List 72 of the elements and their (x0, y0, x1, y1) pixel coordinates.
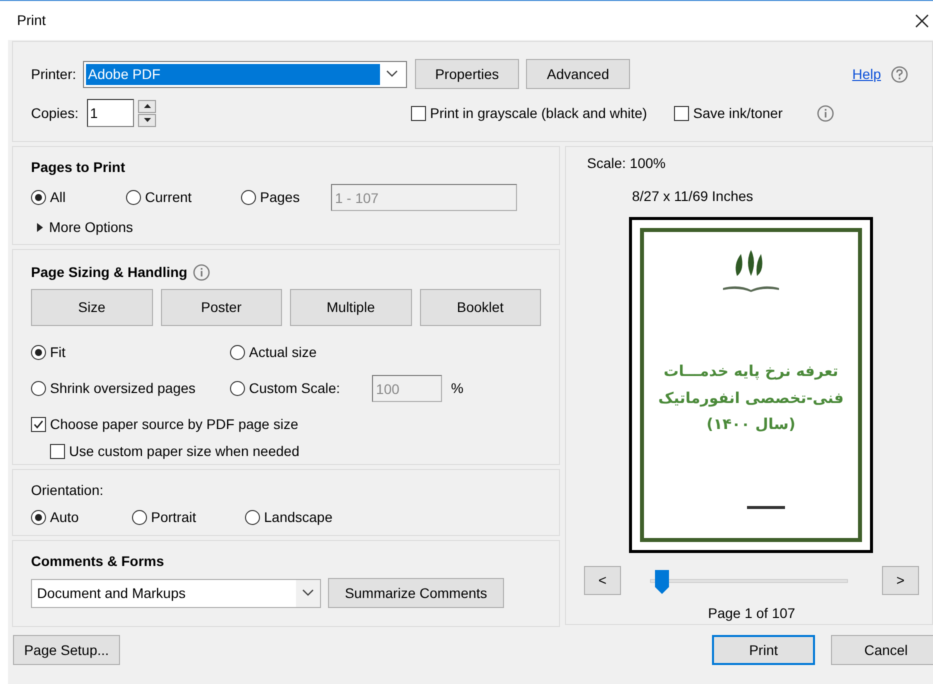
printer-dropdown[interactable]: Adobe PDF (83, 60, 407, 88)
section-title: Pages to Print (31, 158, 126, 177)
more-options-toggle[interactable]: More Options (37, 217, 541, 238)
radio-button[interactable]: Current (126, 187, 241, 208)
checkbox[interactable] (411, 106, 426, 120)
checkbox[interactable] (31, 417, 46, 432)
document-title-line: (سال ۱۴۰۰) (706, 414, 796, 435)
document-title-line: تعرفه نرخ پایه خدمـــات (664, 361, 838, 382)
percent-label: % (451, 379, 464, 398)
page-slider[interactable] (650, 570, 848, 592)
next-page-button[interactable]: > (882, 566, 919, 595)
previous-page-button[interactable]: < (584, 566, 621, 595)
button[interactable]: Properties (415, 59, 519, 89)
checkbox[interactable] (50, 444, 65, 459)
dropdown-value: Document and Markups (36, 584, 187, 603)
copies-field[interactable]: 1 (87, 99, 134, 127)
radio-label: Current (145, 188, 192, 207)
page-number-label: Page 1 of 107 (708, 604, 796, 623)
section-title: Page Sizing & Handling (31, 263, 188, 282)
document-footer-mark (747, 506, 785, 510)
paper-size-label: 8/27 x 11/69 Inches (632, 187, 754, 206)
triangle-right-icon (37, 223, 43, 232)
radio-button[interactable]: All (31, 187, 126, 208)
button[interactable]: Advanced (526, 59, 630, 89)
section-title: Comments & Forms (31, 552, 166, 571)
window-title: Print (17, 11, 46, 30)
radio-label: All (50, 188, 66, 207)
button[interactable]: Cancel (831, 635, 933, 665)
radio-label: Landscape (264, 508, 333, 527)
button[interactable]: Page Setup... (13, 635, 120, 665)
checkbox-label: Print in grayscale (black and white) (430, 104, 648, 123)
radio-button[interactable]: Pages (241, 187, 331, 208)
radio-label: Custom Scale: (249, 379, 340, 398)
checkbox-label: Choose paper source by PDF page size (50, 415, 298, 434)
document-title-line: فنی-تخصصی انفورماتیک (658, 388, 844, 409)
radio-label: Pages (260, 188, 300, 207)
comments-dropdown[interactable]: Document and Markups (31, 578, 321, 608)
scale-label: Scale: 100% (587, 154, 667, 173)
radio-button[interactable]: Fit (31, 342, 66, 363)
radio-label: Actual size (249, 343, 317, 362)
radio-label: Shrink oversized pages (50, 379, 196, 398)
radio-button[interactable]: Auto (31, 507, 132, 528)
chevron-down-icon (302, 589, 314, 597)
mode-button[interactable]: Booklet (420, 289, 541, 326)
section-title: Orientation: (31, 481, 104, 500)
radio-label: Fit (50, 343, 66, 362)
print-button[interactable]: Print (712, 635, 815, 665)
help-icon[interactable] (891, 66, 908, 82)
checkbox-label: Save ink/toner (693, 104, 783, 122)
button[interactable]: Summarize Comments (328, 578, 504, 608)
radio-button[interactable]: Landscape (245, 507, 333, 528)
checkbox-label: Use custom paper size when needed (69, 442, 300, 461)
slider-thumb[interactable] (654, 570, 669, 594)
printer-label: Printer: (31, 64, 78, 84)
mode-button[interactable]: Multiple (290, 289, 412, 326)
help-link[interactable]: Help (852, 64, 881, 84)
radio-button[interactable]: Portrait (132, 507, 245, 528)
close-icon[interactable] (915, 14, 929, 28)
checkbox[interactable] (674, 106, 690, 120)
chevron-down-icon (386, 70, 398, 78)
mode-button[interactable]: Size (31, 289, 152, 326)
copies-label: Copies: (31, 104, 80, 123)
radio-label: Auto (50, 508, 79, 527)
radio-button[interactable]: Shrink oversized pages (31, 378, 196, 399)
printer-value: Adobe PDF (86, 64, 380, 84)
radio-button[interactable]: Actual size (230, 342, 317, 363)
info-icon (193, 264, 210, 281)
mode-button[interactable]: Poster (160, 289, 282, 326)
copies-spinner[interactable] (138, 100, 156, 126)
info-icon (816, 104, 834, 122)
radio-button[interactable]: Custom Scale: (230, 378, 340, 399)
radio-label: Portrait (151, 508, 196, 527)
